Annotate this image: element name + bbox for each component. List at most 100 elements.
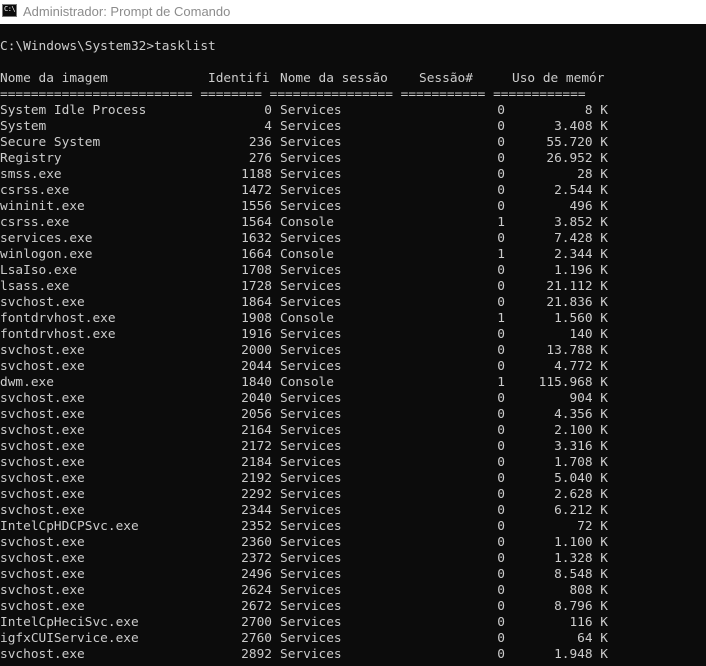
row-session-name: Services bbox=[280, 647, 342, 662]
row-session-number: 0 bbox=[497, 599, 505, 614]
table-row: csrss.exe 1472 Services 0 2.544 K bbox=[0, 183, 706, 199]
row-memory-usage: 64 K bbox=[577, 631, 608, 646]
table-row: smss.exe 1188 Services 0 28 K bbox=[0, 167, 706, 183]
row-session-name: Console bbox=[280, 247, 334, 262]
row-session-name: Services bbox=[280, 119, 342, 134]
title-bar[interactable]: C:\ Administrador: Prompt de Comando bbox=[0, 0, 706, 24]
row-image-name: svchost.exe bbox=[0, 503, 85, 518]
row-session-number: 0 bbox=[497, 295, 505, 310]
row-session-name: Console bbox=[280, 375, 334, 390]
row-memory-usage: 1.708 K bbox=[554, 455, 608, 470]
row-pid: 1632 bbox=[241, 231, 272, 246]
row-pid: 2000 bbox=[241, 343, 272, 358]
row-session-name: Services bbox=[280, 583, 342, 598]
row-image-name: svchost.exe bbox=[0, 471, 85, 486]
table-row: svchost.exe 2164 Services 0 2.100 K bbox=[0, 423, 706, 439]
row-image-name: svchost.exe bbox=[0, 455, 85, 470]
table-row: LsaIso.exe 1708 Services 0 1.196 K bbox=[0, 263, 706, 279]
header-memory-usage: Uso de memór bbox=[512, 71, 605, 86]
row-memory-usage: 8.548 K bbox=[554, 567, 608, 582]
row-session-number: 1 bbox=[497, 247, 505, 262]
row-memory-usage: 3.852 K bbox=[554, 215, 608, 230]
row-image-name: wininit.exe bbox=[0, 199, 85, 214]
table-row: svchost.exe 2000 Services 0 13.788 K bbox=[0, 343, 706, 359]
row-session-number: 0 bbox=[497, 615, 505, 630]
row-pid: 1708 bbox=[241, 263, 272, 278]
row-memory-usage: 8 K bbox=[584, 103, 608, 118]
row-image-name: svchost.exe bbox=[0, 487, 85, 502]
row-memory-usage: 28 K bbox=[577, 167, 608, 182]
row-image-name: svchost.exe bbox=[0, 359, 85, 374]
row-pid: 2172 bbox=[241, 439, 272, 454]
row-session-name: Console bbox=[280, 311, 334, 326]
row-image-name: services.exe bbox=[0, 231, 93, 246]
row-session-name: Services bbox=[280, 167, 342, 182]
row-session-number: 1 bbox=[497, 215, 505, 230]
row-session-number: 0 bbox=[497, 567, 505, 582]
table-row: svchost.exe 2192 Services 0 5.040 K bbox=[0, 471, 706, 487]
row-session-number: 0 bbox=[497, 183, 505, 198]
row-pid: 1664 bbox=[241, 247, 272, 262]
row-pid: 1188 bbox=[241, 167, 272, 182]
row-session-number: 0 bbox=[497, 135, 505, 150]
table-separator: ========================= ======== =====… bbox=[0, 87, 586, 102]
row-image-name: svchost.exe bbox=[0, 439, 85, 454]
row-memory-usage: 115.968 K bbox=[538, 375, 608, 390]
row-pid: 1916 bbox=[241, 327, 272, 342]
row-memory-usage: 2.100 K bbox=[554, 423, 608, 438]
row-session-number: 0 bbox=[497, 359, 505, 374]
row-session-name: Services bbox=[280, 599, 342, 614]
row-pid: 1840 bbox=[241, 375, 272, 390]
row-session-name: Services bbox=[280, 183, 342, 198]
table-row: lsass.exe 1728 Services 0 21.112 K bbox=[0, 279, 706, 295]
row-session-name: Services bbox=[280, 519, 342, 534]
row-session-name: Services bbox=[280, 279, 342, 294]
row-memory-usage: 6.212 K bbox=[554, 503, 608, 518]
row-memory-usage: 4.356 K bbox=[554, 407, 608, 422]
table-row: svchost.exe 2624 Services 0 808 K bbox=[0, 583, 706, 599]
row-session-number: 0 bbox=[497, 391, 505, 406]
table-row: igfxCUIService.exe 2760 Services 0 64 K bbox=[0, 631, 706, 647]
row-memory-usage: 2.344 K bbox=[554, 247, 608, 262]
table-row: Secure System 236 Services 0 55.720 K bbox=[0, 135, 706, 151]
row-pid: 236 bbox=[248, 135, 272, 150]
row-pid: 2700 bbox=[241, 615, 272, 630]
row-pid: 2044 bbox=[241, 359, 272, 374]
table-row: fontdrvhost.exe 1908 Console 1 1.560 K bbox=[0, 311, 706, 327]
row-memory-usage: 1.948 K bbox=[554, 647, 608, 662]
row-session-name: Services bbox=[280, 503, 342, 518]
row-session-name: Services bbox=[280, 535, 342, 550]
row-pid: 2372 bbox=[241, 551, 272, 566]
table-row: dwm.exe 1840 Console 1 115.968 K bbox=[0, 375, 706, 391]
table-row: svchost.exe 2172 Services 0 3.316 K bbox=[0, 439, 706, 455]
row-memory-usage: 26.952 K bbox=[546, 151, 608, 166]
table-row: IntelCpHeciSvc.exe 2700 Services 0 116 K bbox=[0, 615, 706, 631]
row-memory-usage: 13.788 K bbox=[546, 343, 608, 358]
row-session-number: 0 bbox=[497, 455, 505, 470]
row-image-name: svchost.exe bbox=[0, 535, 85, 550]
window-title: Administrador: Prompt de Comando bbox=[23, 4, 231, 19]
table-row: svchost.exe 2672 Services 0 8.796 K bbox=[0, 599, 706, 615]
table-row: svchost.exe 2056 Services 0 4.356 K bbox=[0, 407, 706, 423]
row-session-name: Services bbox=[280, 135, 342, 150]
prompt-line: C:\Windows\System32>tasklist bbox=[0, 39, 216, 54]
console-output[interactable]: C:\Windows\System32>tasklist Nome da ima… bbox=[0, 24, 706, 666]
table-row: svchost.exe 2344 Services 0 6.212 K bbox=[0, 503, 706, 519]
row-memory-usage: 8.796 K bbox=[554, 599, 608, 614]
row-image-name: svchost.exe bbox=[0, 391, 85, 406]
header-image-name: Nome da imagem bbox=[0, 71, 108, 86]
row-pid: 1472 bbox=[241, 183, 272, 198]
command-prompt-icon: C:\ bbox=[2, 4, 17, 17]
row-memory-usage: 72 K bbox=[577, 519, 608, 534]
row-session-number: 1 bbox=[497, 311, 505, 326]
row-session-number: 0 bbox=[497, 647, 505, 662]
row-session-number: 1 bbox=[497, 375, 505, 390]
row-session-number: 0 bbox=[497, 519, 505, 534]
row-pid: 2056 bbox=[241, 407, 272, 422]
row-pid: 2496 bbox=[241, 567, 272, 582]
row-pid: 2184 bbox=[241, 455, 272, 470]
row-session-name: Services bbox=[280, 551, 342, 566]
row-pid: 2892 bbox=[241, 647, 272, 662]
table-row: svchost.exe 2184 Services 0 1.708 K bbox=[0, 455, 706, 471]
row-image-name: svchost.exe bbox=[0, 423, 85, 438]
